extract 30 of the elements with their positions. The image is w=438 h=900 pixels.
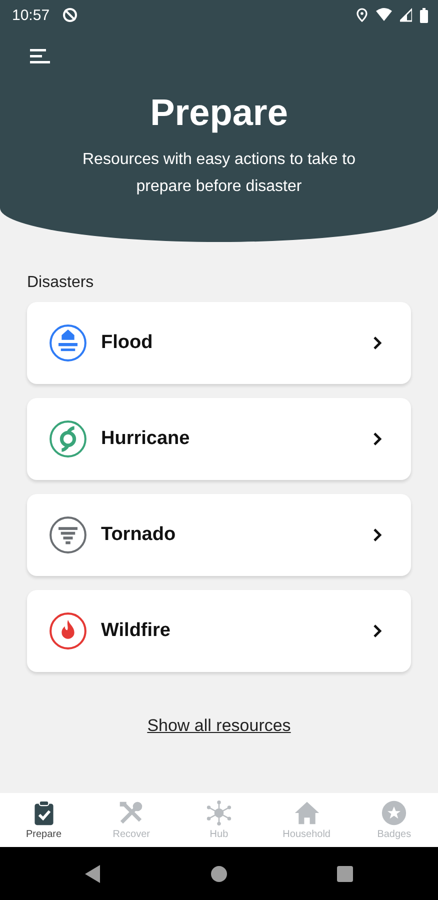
nav-tab[interactable]: Prepare xyxy=(0,793,88,847)
star-badge-icon xyxy=(381,800,408,826)
disaster-card[interactable]: Wildfire xyxy=(27,590,411,672)
disaster-name: Tornado xyxy=(101,524,177,546)
wifi-icon xyxy=(376,8,392,22)
chevron-right-icon xyxy=(373,336,382,350)
house-icon xyxy=(294,800,320,826)
page-title: Prepare xyxy=(150,92,288,134)
network-icon xyxy=(206,800,232,826)
disaster-card[interactable]: Tornado xyxy=(27,494,411,576)
signal-icon xyxy=(400,8,412,22)
disaster-card[interactable]: Flood xyxy=(27,302,411,384)
chevron-right-icon xyxy=(373,528,382,542)
battery-icon xyxy=(420,8,428,22)
disaster-name: Hurricane xyxy=(101,428,191,450)
tools-icon xyxy=(118,800,144,826)
chevron-right-icon xyxy=(373,432,382,446)
disaster-card[interactable]: Hurricane xyxy=(27,398,411,480)
location-icon xyxy=(356,8,368,22)
disaster-name: Wildfire xyxy=(101,620,172,642)
disaster-name: Flood xyxy=(101,332,154,354)
status-time: 10:57 xyxy=(12,6,50,24)
back-icon[interactable] xyxy=(84,864,102,884)
menu-icon[interactable] xyxy=(30,48,50,64)
recents-icon[interactable] xyxy=(336,864,354,882)
section-label: Disasters xyxy=(27,274,95,292)
home-icon[interactable] xyxy=(210,864,228,882)
show-all-link[interactable]: Show all resources xyxy=(147,716,291,736)
chevron-right-icon xyxy=(373,624,382,638)
page-subtitle: Resources with easy actions to take to prepare before disaster xyxy=(81,150,357,197)
